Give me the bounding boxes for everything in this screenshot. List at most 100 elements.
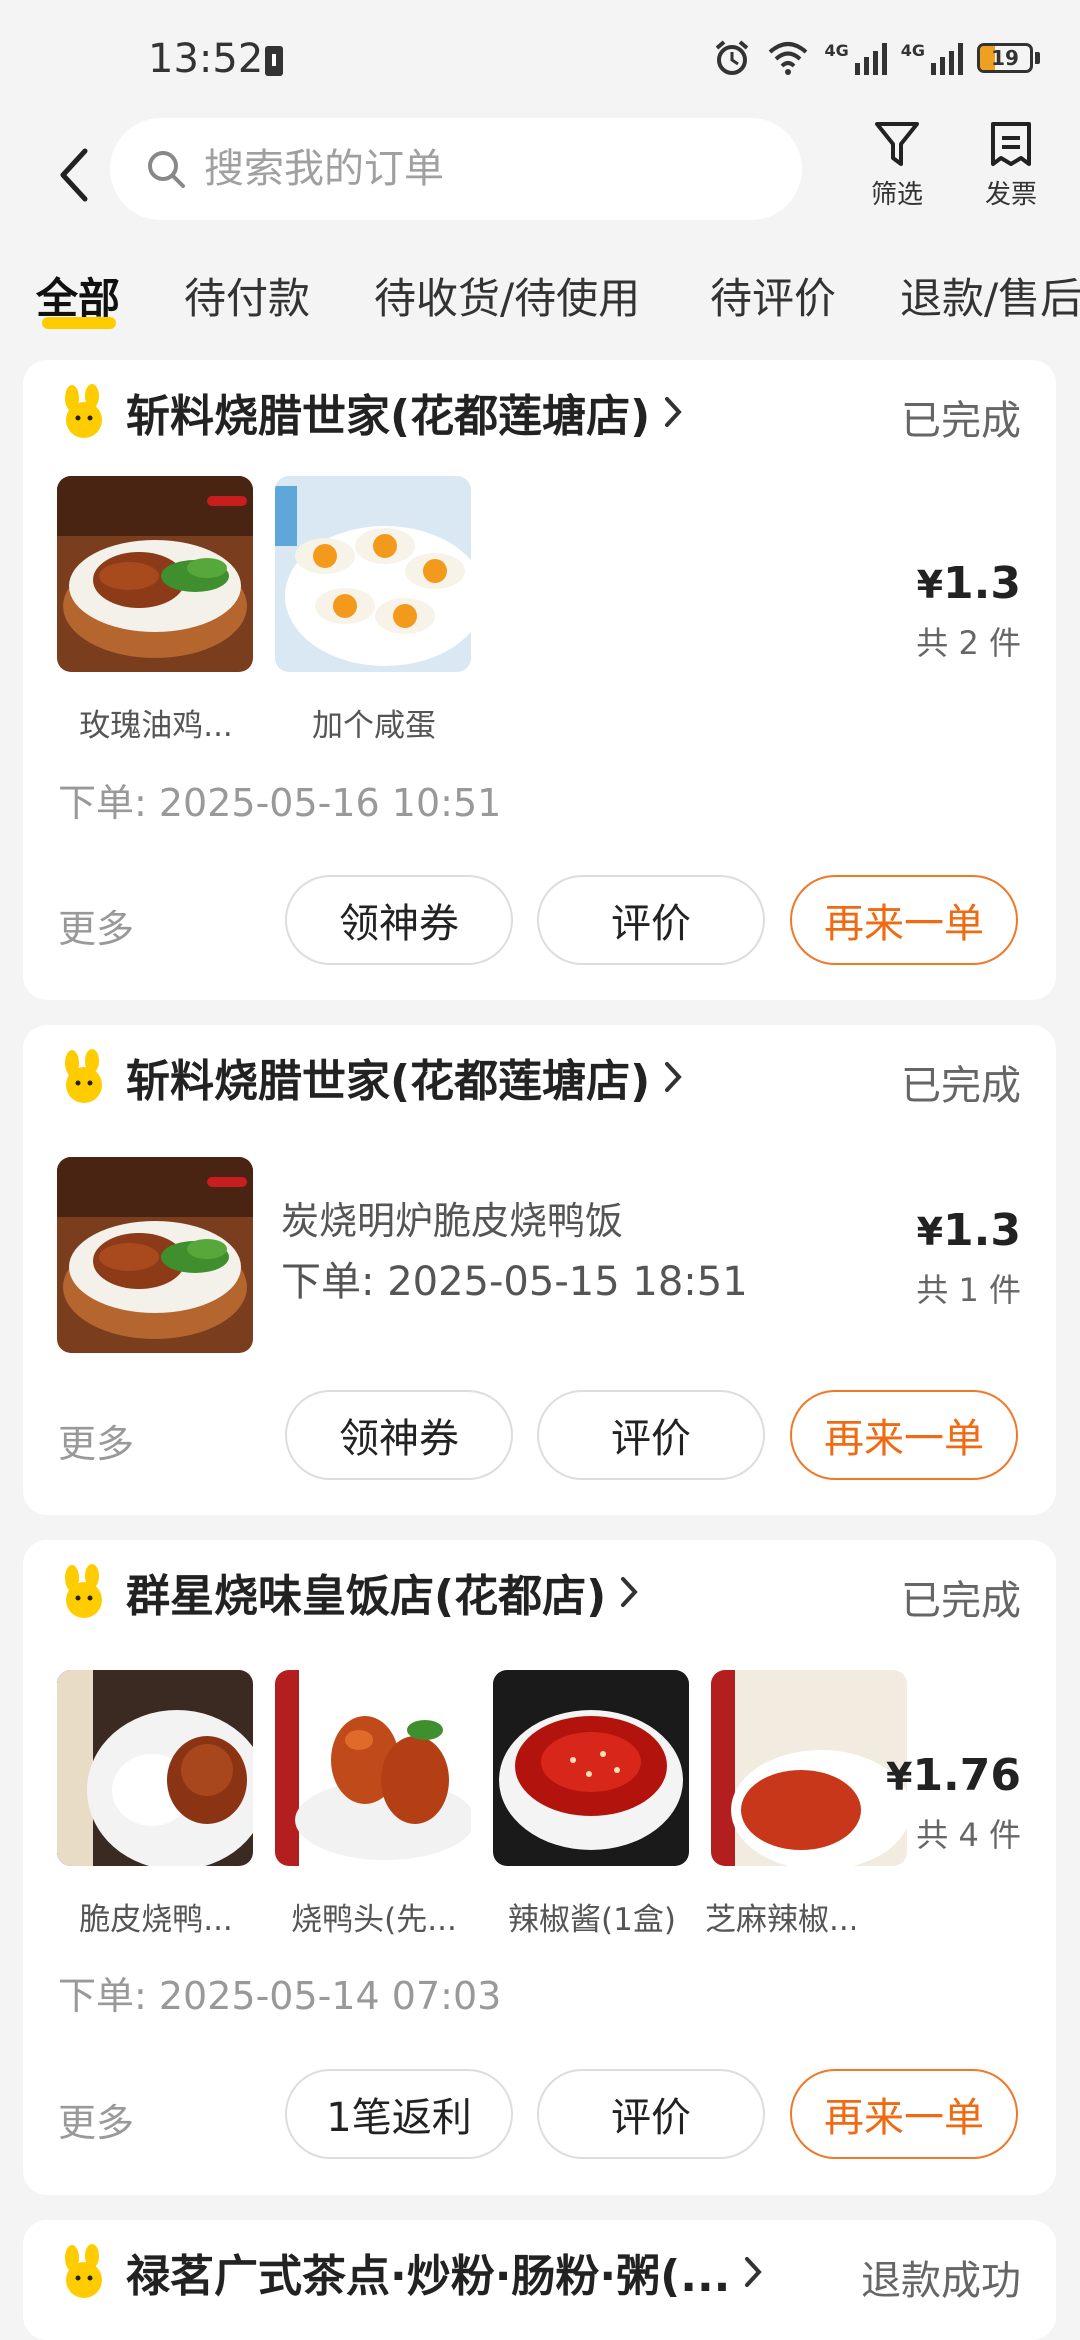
shop-link[interactable]: 禄茗广式茶点·炒粉·肠粉·粥(...	[58, 2242, 763, 2302]
reorder-button[interactable]: 再来一单	[790, 1390, 1018, 1480]
network-type-label: 4G	[900, 41, 925, 60]
meituan-kangaroo-icon	[65, 1564, 102, 1618]
invoice-icon	[991, 122, 1031, 166]
back-button[interactable]	[44, 130, 104, 220]
search-icon	[148, 151, 185, 188]
filter-label: 筛选	[870, 180, 923, 210]
active-tab-indicator	[42, 317, 116, 329]
order-card[interactable]: 斩料烧腊世家(花都莲塘店) 已完成 炭烧明炉脆皮烧鸭饭 下单: 2025-05-…	[23, 1025, 1056, 1515]
currency-symbol: ¥	[885, 1755, 913, 1799]
item-label: 芝麻辣椒...	[705, 1902, 855, 1938]
order-card[interactable]: 斩料烧腊世家(花都莲塘店) 已完成 玫瑰油鸡... 加个咸蛋 ¥1.3 共 2 …	[23, 360, 1056, 1000]
currency-symbol: ¥	[916, 563, 944, 607]
order-time: 下单: 2025-05-16 10:51	[58, 781, 502, 825]
search-input[interactable]	[202, 145, 766, 193]
sesame-chili-image	[711, 1670, 907, 1866]
currency-symbol: ¥	[916, 1210, 944, 1254]
battery-level: 19	[991, 46, 1019, 70]
item-count: 共 1 件	[916, 1271, 1021, 1309]
shop-name: 群星烧味皇饭店(花都店)	[126, 1571, 607, 1622]
status-time: 13:52	[148, 36, 264, 82]
order-price: ¥1.3	[917, 558, 1021, 609]
meituan-kangaroo-icon	[65, 1049, 102, 1103]
item-image[interactable]	[711, 1670, 907, 1866]
shop-name: 禄茗广式茶点·炒粉·肠粉·粥(...	[126, 2251, 731, 2302]
item-label: 玫瑰油鸡...	[79, 708, 233, 744]
order-status: 退款成功	[861, 2258, 1021, 2304]
reorder-button[interactable]: 再来一单	[790, 875, 1018, 965]
order-card[interactable]: 禄茗广式茶点·炒粉·肠粉·粥(... 退款成功	[23, 2220, 1056, 2340]
chevron-right-icon	[621, 1577, 638, 1607]
item-image[interactable]	[275, 476, 471, 672]
item-label: 脆皮烧鸭...	[79, 1902, 233, 1938]
review-button[interactable]: 评价	[537, 2069, 765, 2159]
item-label: 加个咸蛋	[312, 708, 436, 744]
order-status: 已完成	[901, 398, 1021, 444]
chevron-right-icon	[745, 2257, 763, 2287]
item-image[interactable]	[57, 1157, 253, 1353]
coupon-button[interactable]: 领神券	[285, 875, 513, 965]
roast-duck-rice-image	[57, 1670, 253, 1866]
shop-name: 斩料烧腊世家(花都莲塘店)	[126, 1056, 651, 1107]
item-name: 炭烧明炉脆皮烧鸭饭	[281, 1199, 624, 1243]
tab-pending-receipt[interactable]: 待收货/待使用	[374, 265, 640, 326]
more-button[interactable]: 更多	[58, 1413, 134, 1468]
status-icons: 4G 4G 19	[712, 38, 1040, 78]
order-status: 已完成	[901, 1578, 1021, 1624]
item-count: 共 4 件	[916, 1816, 1021, 1854]
battery-icon: 19	[977, 43, 1033, 73]
meituan-kangaroo-icon	[65, 384, 102, 438]
battery-saver-icon	[265, 46, 283, 76]
status-bar: 13:52 4G 4G 19	[0, 0, 1080, 110]
shop-link[interactable]: 斩料烧腊世家(花都莲塘店)	[58, 1047, 682, 1107]
filter-button[interactable]: 筛选	[852, 120, 942, 211]
price-value: 1.3	[943, 558, 1021, 609]
order-time: 下单: 2025-05-15 18:51	[281, 1259, 748, 1305]
tab-pending-payment[interactable]: 待付款	[184, 265, 310, 326]
item-image[interactable]	[275, 1670, 471, 1866]
price-value: 1.3	[943, 1205, 1021, 1256]
search-bar[interactable]	[110, 118, 802, 220]
invoice-button[interactable]: 发票	[966, 120, 1056, 211]
item-label: 辣椒酱(1盒)	[508, 1902, 676, 1938]
item-image[interactable]	[57, 1670, 253, 1866]
chevron-left-icon	[60, 148, 88, 202]
tab-refund-aftersale[interactable]: 退款/售后	[900, 265, 1080, 326]
wifi-icon	[769, 42, 808, 75]
order-tabs: 全部 待付款 待收货/待使用 待评价 退款/售后	[0, 255, 1080, 335]
signal-icon-2: 4G	[901, 41, 963, 75]
signal-icon-1: 4G	[824, 41, 887, 75]
invoice-label: 发票	[984, 180, 1037, 210]
review-button[interactable]: 评价	[537, 1390, 765, 1480]
battery-tip	[1035, 52, 1040, 64]
rose-oil-chicken-rice-image	[57, 476, 253, 672]
shop-name: 斩料烧腊世家(花都莲塘店)	[126, 391, 651, 442]
rebate-button[interactable]: 1笔返利	[285, 2069, 513, 2159]
price-value: 1.76	[912, 1750, 1021, 1801]
item-image[interactable]	[493, 1670, 689, 1866]
more-button[interactable]: 更多	[58, 898, 134, 953]
order-card[interactable]: 群星烧味皇饭店(花都店) 已完成 脆皮烧鸭... 烧鸭头(先... 辣椒酱(1盒…	[23, 1540, 1056, 2195]
shop-link[interactable]: 斩料烧腊世家(花都莲塘店)	[58, 382, 682, 442]
reorder-button[interactable]: 再来一单	[790, 2069, 1018, 2159]
roast-duck-head-image	[275, 1670, 471, 1866]
item-image[interactable]	[57, 476, 253, 672]
filter-icon	[875, 122, 919, 166]
header: 筛选 发票	[0, 110, 1080, 230]
coupon-button[interactable]: 领神券	[285, 1390, 513, 1480]
more-button[interactable]: 更多	[58, 2092, 134, 2147]
roast-duck-rice-image	[57, 1157, 253, 1353]
tab-pending-review[interactable]: 待评价	[710, 265, 836, 326]
review-button[interactable]: 评价	[537, 875, 765, 965]
order-price: ¥1.3	[917, 1205, 1021, 1256]
shop-link[interactable]: 群星烧味皇饭店(花都店)	[58, 1562, 638, 1622]
chili-sauce-image	[493, 1670, 689, 1866]
order-time: 下单: 2025-05-14 07:03	[58, 1974, 502, 2018]
order-price: ¥1.76	[886, 1750, 1021, 1801]
chevron-right-icon	[665, 397, 682, 427]
salted-egg-image	[275, 476, 471, 672]
item-count: 共 2 件	[916, 624, 1021, 662]
alarm-icon	[716, 40, 749, 75]
chevron-right-icon	[665, 1062, 682, 1092]
item-label: 烧鸭头(先...	[291, 1902, 457, 1938]
